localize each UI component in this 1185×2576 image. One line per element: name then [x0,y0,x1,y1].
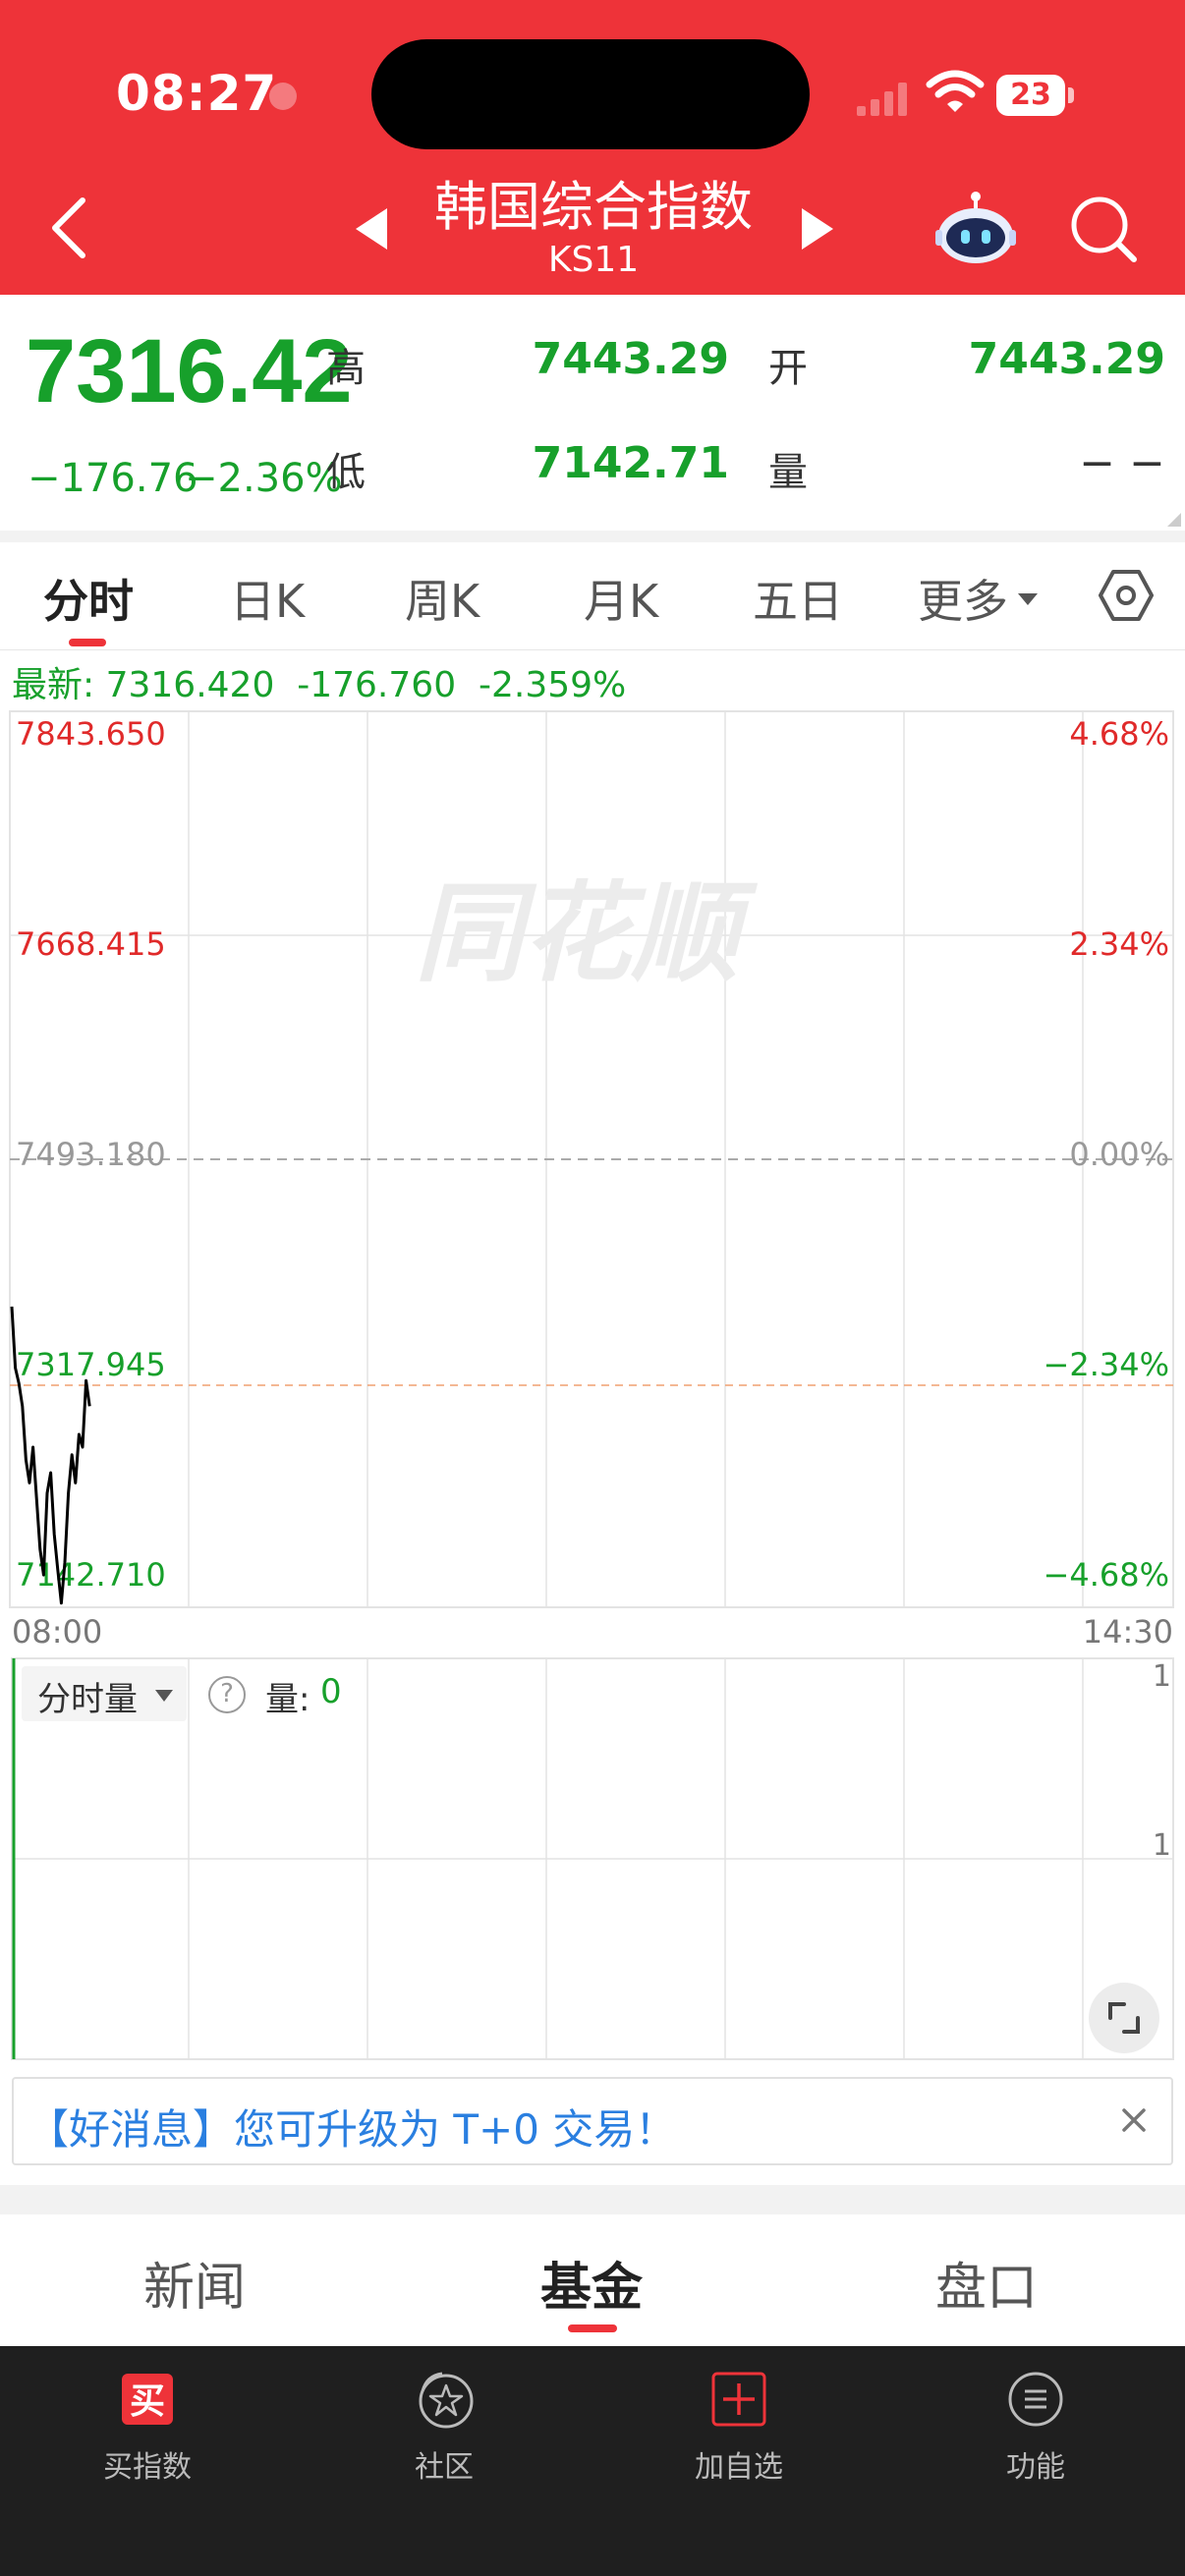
tab-more[interactable]: 更多 [918,566,1008,631]
buy-icon: 买 [122,2374,173,2425]
section-divider [0,531,1185,542]
tab-weekly-k[interactable]: 周K [405,566,480,631]
promo-banner[interactable]: 【好消息】您可升级为 T+0 交易！ [12,2077,1173,2165]
promo-banner-text: 【好消息】您可升级为 T+0 交易！ [28,2105,677,2154]
active-tab-indicator [69,639,106,646]
battery-icon: 23 [996,75,1075,116]
price-change-percent: −2.36% [185,456,343,501]
low-value: 7142.71 [532,438,729,488]
last-price: 7316.42 [26,321,353,421]
high-label: 高 [326,346,366,391]
intraday-chart[interactable]: 同花顺 7843.650 7668.415 7493.180 7317.945 … [0,688,1185,2073]
watermark-logo: 同花顺 [415,870,759,996]
index-title: 韩国综合指数 [434,176,753,238]
open-label: 开 [768,346,808,391]
quote-panel: 7316.42 −176.76 −2.36% 高 7443.29 开 7443.… [0,295,1185,531]
fullscreen-icon [1108,2002,1140,2034]
expand-corner-icon[interactable] [1167,513,1181,527]
add-watchlist-label: 加自选 [695,2450,783,2485]
section-divider [0,2185,1185,2214]
header-bar: 08:27 23 韩国综合指数 KS11 [0,0,1185,295]
x-axis-start-label: 08:00 [12,1613,102,1651]
y-axis-tick-left: 7493.180 [16,1136,166,1173]
info-tabs: 新闻 基金 盘口 [0,2214,1185,2346]
volume-axis-tick: 1 [1153,1828,1171,1863]
price-change: −176.76 [28,456,198,501]
bottom-action-bar: 买 买指数 社区 加自选 功能 [0,2346,1185,2576]
tab-five-day[interactable]: 五日 [753,566,843,631]
menu-icon [1008,2372,1063,2427]
y-axis-tick-left: 7317.945 [16,1346,166,1383]
y-axis-tick-right: −4.68% [1044,1556,1169,1594]
y-axis-tick-left: 7668.415 [16,925,166,963]
volume-label: 量 [768,450,808,495]
settings-hexagon-icon[interactable] [1099,568,1154,623]
close-icon[interactable] [1114,2100,1154,2140]
dynamic-island [371,39,810,149]
battery-level: 23 [996,75,1065,116]
volume-readout-label: 量: [265,1680,310,1719]
dropdown-caret-icon [155,1690,173,1702]
y-axis-tick-right: −2.34% [1044,1346,1169,1383]
buy-index-label: 买指数 [103,2450,192,2485]
y-axis-tick-right: 0.00% [1069,1136,1169,1173]
open-value: 7443.29 [968,334,1165,384]
prev-index-icon[interactable] [350,204,393,253]
status-indicator [269,83,297,110]
y-axis-tick-left: 7843.650 [16,715,166,753]
ai-assistant-robot-icon[interactable] [935,191,1016,265]
active-tab-indicator [568,2324,617,2332]
add-watchlist-icon [711,2372,766,2427]
community-icon [419,2372,474,2429]
y-axis-tick-right: 4.68% [1069,715,1169,753]
next-index-icon[interactable] [796,204,839,253]
dropdown-caret-icon [1018,593,1038,605]
volume-value: − − [1079,438,1165,488]
functions-label: 功能 [1006,2450,1065,2485]
fullscreen-button[interactable] [1089,1983,1159,2053]
y-axis-tick-left: 7142.710 [16,1556,166,1594]
chart-period-tabs: 分时 日K 周K 月K 五日 更多 [0,542,1185,650]
tab-monthly-k[interactable]: 月K [584,566,658,631]
index-code: KS11 [547,240,640,280]
community-label: 社区 [415,2450,474,2485]
search-icon[interactable] [1069,195,1138,263]
cellular-signal-icon [857,83,907,116]
volume-indicator-label: 分时量 [37,1680,138,1719]
wifi-icon [926,70,985,112]
help-icon[interactable]: ? [208,1676,246,1713]
tab-order-book[interactable]: 盘口 [935,2246,1038,2320]
status-time: 08:27 [116,65,278,122]
back-icon[interactable] [43,193,98,263]
x-axis-end-label: 14:30 [1083,1613,1173,1651]
low-label: 低 [326,450,366,495]
volume-axis-tick: 1 [1153,1659,1171,1694]
volume-readout-value: 0 [320,1672,342,1711]
tab-intraday[interactable]: 分时 [43,566,134,631]
tab-daily-k[interactable]: 日K [230,566,305,631]
svg-text:买: 买 [130,2381,165,2422]
y-axis-tick-right: 2.34% [1069,925,1169,963]
tab-fund[interactable]: 基金 [540,2246,643,2320]
volume-indicator-selector[interactable]: 分时量 [22,1666,187,1721]
tab-news[interactable]: 新闻 [143,2246,246,2320]
high-value: 7443.29 [532,334,729,384]
